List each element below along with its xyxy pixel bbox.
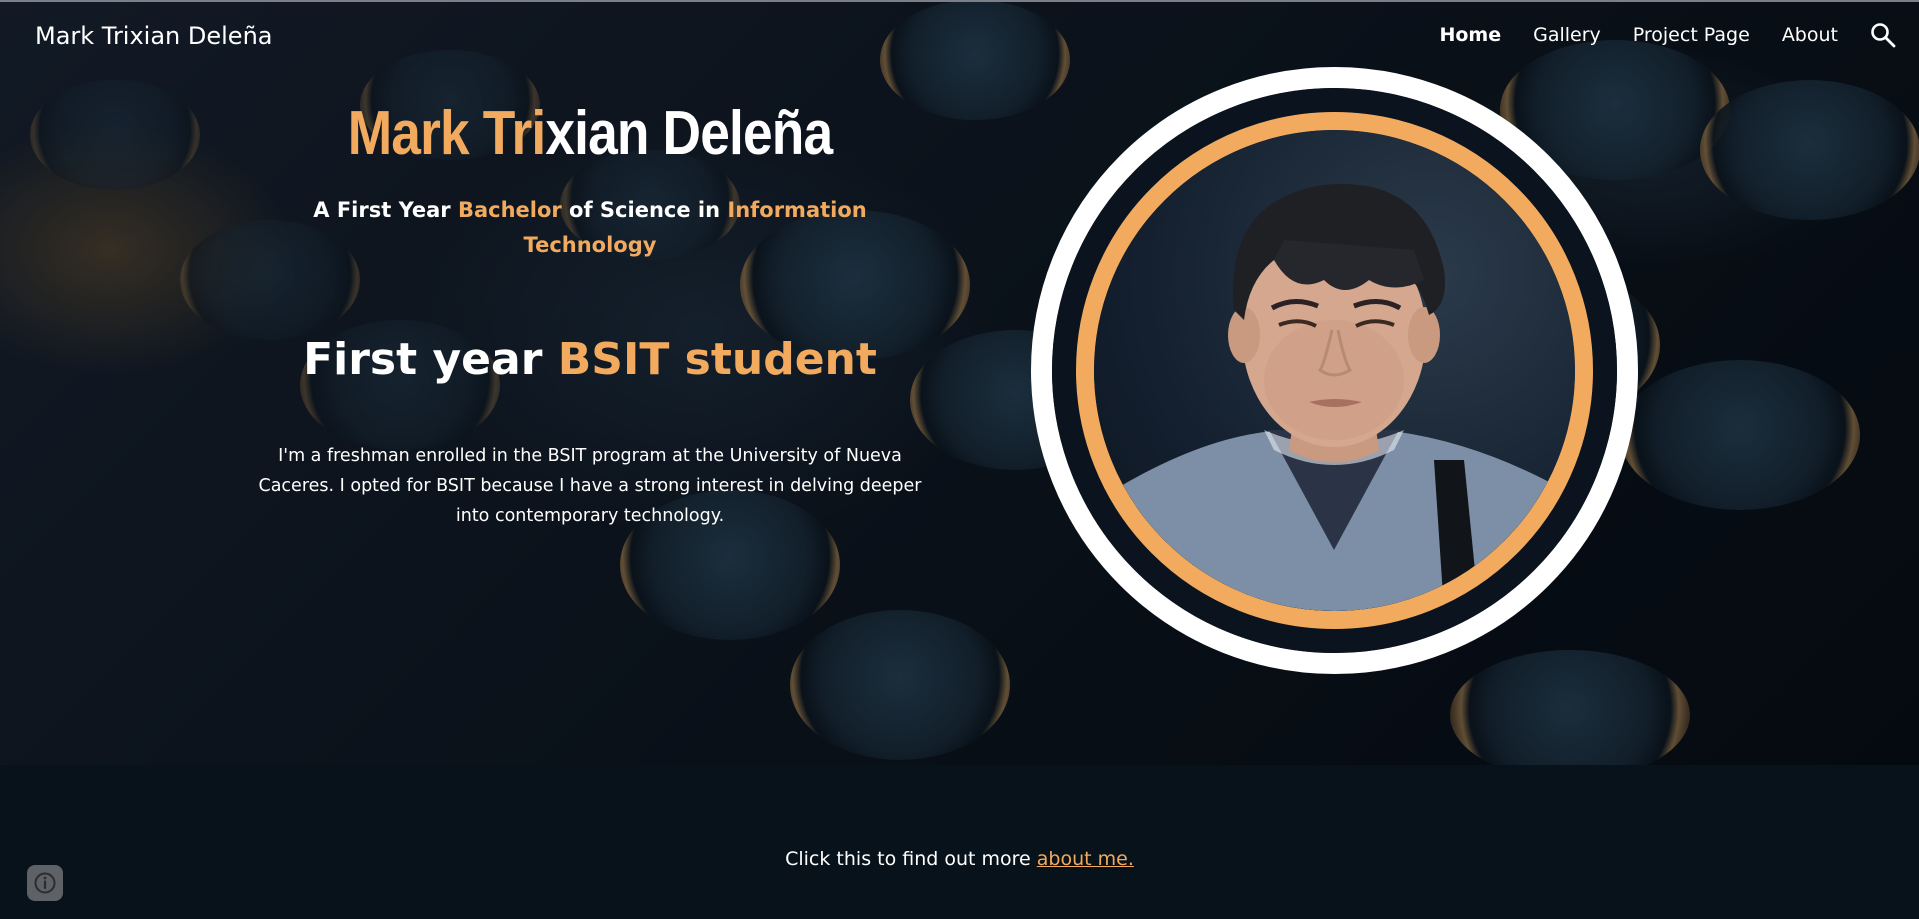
typewriter-key-decor xyxy=(1700,80,1919,220)
search-icon[interactable] xyxy=(1870,22,1896,48)
nav-item-home[interactable]: Home xyxy=(1439,24,1501,46)
nav-item-project-page[interactable]: Project Page xyxy=(1633,24,1750,46)
portrait-inner-ring xyxy=(1076,112,1593,629)
profile-portrait xyxy=(1031,67,1638,674)
degree-subtitle: A First Year Bachelor of Science in Info… xyxy=(290,193,890,263)
typewriter-key-decor xyxy=(1620,360,1860,510)
about-cta: Click this to find out more about me. xyxy=(0,848,1919,870)
subtitle-part-1: A First Year xyxy=(313,198,458,222)
site-title[interactable]: Mark Trixian Deleña xyxy=(35,22,273,50)
typewriter-key-decor xyxy=(30,80,200,190)
section-heading-accent: BSIT student xyxy=(557,334,877,385)
name-heading: Mark Trixian Deleña xyxy=(280,96,899,172)
section-heading-white: First year xyxy=(303,334,558,385)
nav-item-about[interactable]: About xyxy=(1782,24,1838,46)
hero-text-block: Mark Trixian Deleña A First Year Bachelo… xyxy=(230,96,950,526)
main-nav: Home Gallery Project Page About xyxy=(1439,22,1896,48)
section-heading: First year BSIT student xyxy=(230,332,950,388)
page: Mark Trixian Deleña Home Gallery Project… xyxy=(0,0,1919,919)
info-button[interactable] xyxy=(27,865,63,901)
profile-photo xyxy=(1094,130,1575,611)
info-icon xyxy=(34,872,56,894)
name-heading-rest: xian Deleña xyxy=(545,99,833,168)
bio-paragraph: I'm a freshman enrolled in the BSIT prog… xyxy=(258,445,922,526)
name-heading-accent: Mark Tri xyxy=(347,99,546,168)
top-edge-divider xyxy=(0,0,1919,2)
cta-text: Click this to find out more xyxy=(785,848,1037,870)
about-me-link[interactable]: about me. xyxy=(1037,848,1134,870)
nav-item-gallery[interactable]: Gallery xyxy=(1533,24,1601,46)
footer-section xyxy=(0,765,1919,919)
typewriter-key-decor xyxy=(790,610,1010,760)
subtitle-part-3: of Science in xyxy=(561,198,728,222)
subtitle-part-2: Bachelor xyxy=(457,198,562,222)
top-navigation-bar: Mark Trixian Deleña Home Gallery Project… xyxy=(0,0,1919,76)
profile-photo-illustration xyxy=(1094,184,1575,611)
